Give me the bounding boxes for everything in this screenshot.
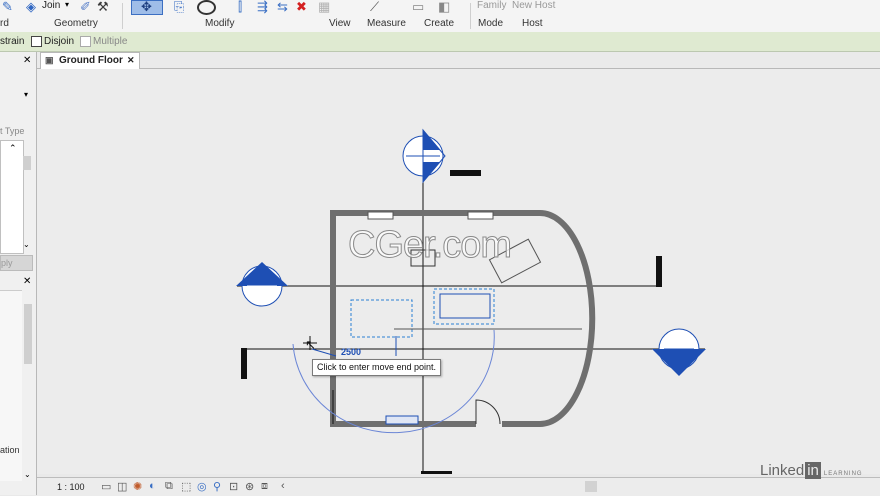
options-bar: strain Disjoin Multiple — [0, 32, 880, 52]
apply-button[interactable]: ply — [0, 255, 33, 271]
chevron-down-icon[interactable]: ▾ — [24, 90, 28, 99]
tab-label: Ground Floor — [59, 55, 123, 66]
constrain-label: strain — [0, 36, 25, 47]
ribbon-separator — [470, 3, 471, 29]
logo-in: in — [805, 462, 821, 479]
chevron-down-icon[interactable]: ▾ — [65, 0, 69, 9]
wall-joins-icon[interactable]: ⚒ — [97, 0, 109, 13]
join-button[interactable]: Join — [42, 0, 60, 11]
type-label: t Type — [0, 126, 25, 136]
linkedin-learning-logo: Linked in LEARNING — [760, 462, 863, 479]
move-button[interactable]: ✥ — [131, 0, 163, 15]
cope-icon[interactable]: ✎ — [2, 0, 13, 13]
chevron-left-icon[interactable]: ‹ — [281, 480, 285, 492]
watermark: CGer.com — [347, 224, 512, 267]
crop-view-icon[interactable]: ⧉ — [165, 480, 173, 493]
show-crop-icon[interactable]: ⬚ — [181, 480, 191, 493]
view-group: ▦ View — [315, 0, 360, 32]
horizontal-scrollbar-thumb[interactable] — [585, 481, 597, 492]
measure-icon[interactable]: ⟋ — [370, 0, 379, 13]
delete-icon[interactable]: ✖ — [296, 0, 307, 13]
analytical-model-icon[interactable]: ⊛ — [245, 480, 254, 493]
close-icon[interactable]: ✕ — [23, 55, 31, 66]
browser-item-label: ation — [0, 445, 20, 455]
modify-label: Modify — [205, 18, 235, 29]
copy-icon[interactable]: ⎘ — [174, 0, 184, 13]
sun-path-icon[interactable]: ✺ — [133, 480, 142, 493]
detail-level-icon[interactable]: ▭ — [101, 480, 111, 493]
view-tab-bar: ▣ Ground Floor ✕ — [37, 52, 880, 69]
host-label: Host — [522, 18, 543, 29]
reveal-icon[interactable]: ⚲ — [213, 480, 221, 493]
paint-icon[interactable]: ✐ — [80, 0, 91, 13]
close-icon[interactable]: ✕ — [23, 276, 31, 287]
close-icon[interactable]: ✕ — [127, 55, 135, 66]
floor-plan-drawing — [236, 128, 706, 474]
multiple-checkbox[interactable] — [80, 36, 91, 47]
clip-label: rd — [0, 18, 9, 29]
scrollbar-thumb[interactable] — [23, 156, 31, 170]
drawing-canvas[interactable]: 2500 ↖ — [37, 69, 880, 474]
floor-plan-icon: ▣ — [45, 55, 54, 65]
create-icon[interactable]: ▭ — [412, 0, 424, 13]
logo-learning: LEARNING — [823, 471, 863, 477]
chevron-down-icon[interactable]: ⌄ — [24, 470, 31, 479]
mode-label: Mode — [478, 18, 504, 29]
multiple-label: Multiple — [93, 36, 128, 47]
properties-grid[interactable] — [0, 140, 24, 254]
collapse-icon[interactable]: ⌃ — [9, 143, 17, 154]
geometry-label: Geometry — [54, 18, 98, 29]
worksharing-icon[interactable]: ⊡ — [229, 480, 238, 493]
offset-icon[interactable]: ⇶ — [257, 0, 268, 13]
scrollbar-thumb[interactable] — [24, 304, 32, 364]
mirror-icon[interactable]: ⇆ — [277, 0, 288, 13]
disjoin-checkbox[interactable] — [31, 36, 42, 47]
view-icon[interactable]: ▦ — [318, 0, 330, 13]
mode-group: Family Mode — [472, 0, 508, 32]
create-group: ▭ ◧ Create — [410, 0, 468, 32]
modify-group: ✥ ⎘ ⫿ ⇶ ⇆ ✖ Modify — [130, 0, 315, 32]
family-button[interactable]: Family — [477, 0, 506, 11]
move-icon: ✥ — [141, 0, 152, 14]
parts-icon[interactable]: ◧ — [438, 0, 450, 13]
temporary-dimension[interactable]: 2500 — [341, 347, 361, 357]
temporary-hide-icon[interactable]: ◎ — [197, 480, 207, 493]
tooltip: Click to enter move end point. — [312, 359, 442, 376]
align-icon[interactable]: ⫿ — [238, 0, 242, 13]
disjoin-label: Disjoin — [44, 36, 75, 47]
ribbon-separator — [122, 3, 123, 29]
properties-panel: ✕ ▾ t Type ⌃ ⌄ ply ✕ ation ⌄ — [0, 52, 37, 495]
tab-ground-floor[interactable]: ▣ Ground Floor ✕ — [40, 52, 140, 69]
shadows-icon[interactable]: ◐ — [149, 480, 156, 492]
scale-label[interactable]: 1 : 100 — [57, 482, 85, 492]
measure-group: ⟋ Measure — [360, 0, 410, 32]
visual-style-icon[interactable]: ◫ — [117, 480, 127, 493]
cursor-icon: ↖ — [305, 337, 316, 352]
view-label: View — [329, 18, 351, 29]
rotate-icon[interactable] — [197, 0, 216, 15]
create-label: Create — [424, 18, 455, 29]
new-host-button[interactable]: New Host — [512, 0, 555, 11]
view-control-bar: 1 : 100 ▭ ◫ ✺ ◐ ⧉ ⬚ ◎ ⚲ ⊡ ⊛ ⧈ ‹ — [37, 477, 880, 496]
geometry-group: ✎ ◈ Join ▾ ✐ ⚒ rd Geometry — [0, 0, 109, 32]
highlight-displacement-icon[interactable]: ⧈ — [261, 480, 268, 493]
move-preview — [292, 329, 495, 434]
ribbon: ✎ ◈ Join ▾ ✐ ⚒ rd Geometry ✥ ⎘ ⫿ ⇶ ⇆ ✖ M… — [0, 0, 880, 33]
join-icon[interactable]: ◈ — [26, 0, 36, 13]
chevron-down-icon[interactable]: ⌄ — [23, 240, 30, 249]
logo-text: Linked — [760, 462, 805, 479]
host-group: New Host Host — [510, 0, 560, 32]
measure-label: Measure — [367, 18, 406, 29]
